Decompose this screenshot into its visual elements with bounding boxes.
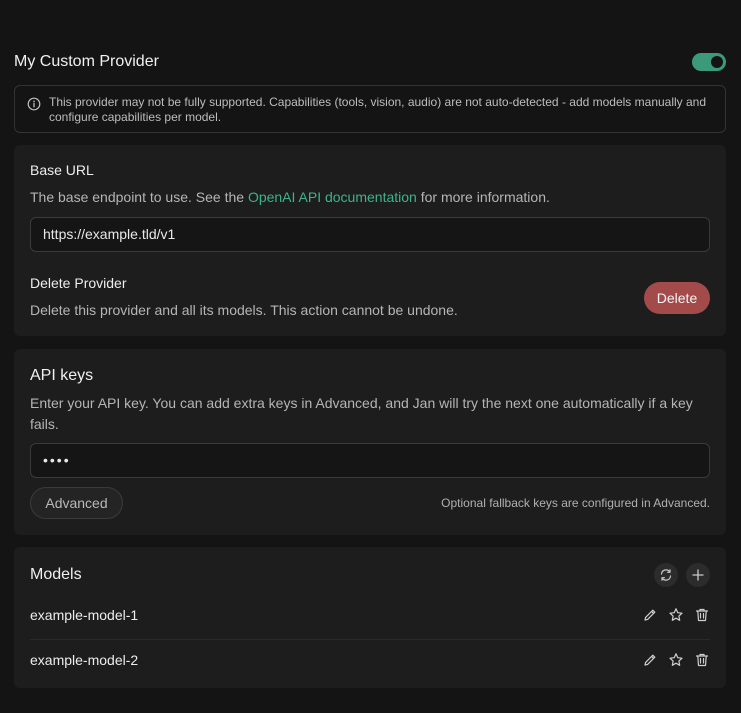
refresh-models-button[interactable] bbox=[654, 563, 678, 587]
advanced-button[interactable]: Advanced bbox=[30, 487, 123, 519]
notice-text: This provider may not be fully supported… bbox=[49, 95, 707, 124]
model-actions bbox=[642, 607, 710, 623]
model-row: example-model-2 bbox=[30, 638, 710, 682]
openai-docs-link[interactable]: OpenAI API documentation bbox=[248, 189, 417, 205]
base-url-card: Base URL The base endpoint to use. See t… bbox=[14, 145, 726, 336]
delete-provider-description: Delete this provider and all its models.… bbox=[30, 302, 458, 318]
fallback-keys-hint: Optional fallback keys are configured in… bbox=[441, 496, 710, 510]
provider-header: My Custom Provider bbox=[14, 50, 726, 74]
base-url-description: The base endpoint to use. See the OpenAI… bbox=[30, 187, 550, 208]
provider-enabled-toggle[interactable] bbox=[692, 53, 726, 71]
api-keys-title: API keys bbox=[30, 367, 94, 384]
model-row: example-model-1 bbox=[30, 593, 710, 637]
toggle-knob bbox=[711, 56, 723, 68]
refresh-icon bbox=[659, 568, 673, 582]
add-model-button[interactable] bbox=[686, 563, 710, 587]
trash-icon[interactable] bbox=[694, 607, 710, 623]
model-name: example-model-2 bbox=[30, 652, 139, 668]
edit-icon[interactable] bbox=[642, 652, 658, 668]
base-url-desc-before: The base endpoint to use. See the bbox=[30, 189, 248, 205]
support-notice: This provider may not be fully supported… bbox=[14, 85, 726, 133]
trash-icon[interactable] bbox=[694, 652, 710, 668]
model-name: example-model-1 bbox=[30, 607, 139, 623]
delete-provider-button[interactable]: Delete bbox=[644, 282, 710, 314]
star-icon[interactable] bbox=[668, 652, 684, 668]
provider-title: My Custom Provider bbox=[14, 53, 159, 70]
base-url-label: Base URL bbox=[30, 162, 94, 178]
api-key-input[interactable]: •••• bbox=[30, 443, 710, 478]
model-actions bbox=[642, 652, 710, 668]
api-keys-card: API keys Enter your API key. You can add… bbox=[14, 349, 726, 535]
base-url-desc-after: for more information. bbox=[416, 189, 550, 205]
models-card: Models example-model-1 example-model-2 bbox=[14, 547, 726, 688]
info-icon bbox=[27, 97, 41, 111]
plus-icon bbox=[691, 568, 705, 582]
edit-icon[interactable] bbox=[642, 607, 658, 623]
star-icon[interactable] bbox=[668, 607, 684, 623]
api-keys-description: Enter your API key. You can add extra ke… bbox=[30, 395, 693, 432]
base-url-input[interactable]: https://example.tld/v1 bbox=[30, 217, 710, 252]
delete-provider-label: Delete Provider bbox=[30, 275, 127, 291]
models-title: Models bbox=[30, 566, 82, 583]
